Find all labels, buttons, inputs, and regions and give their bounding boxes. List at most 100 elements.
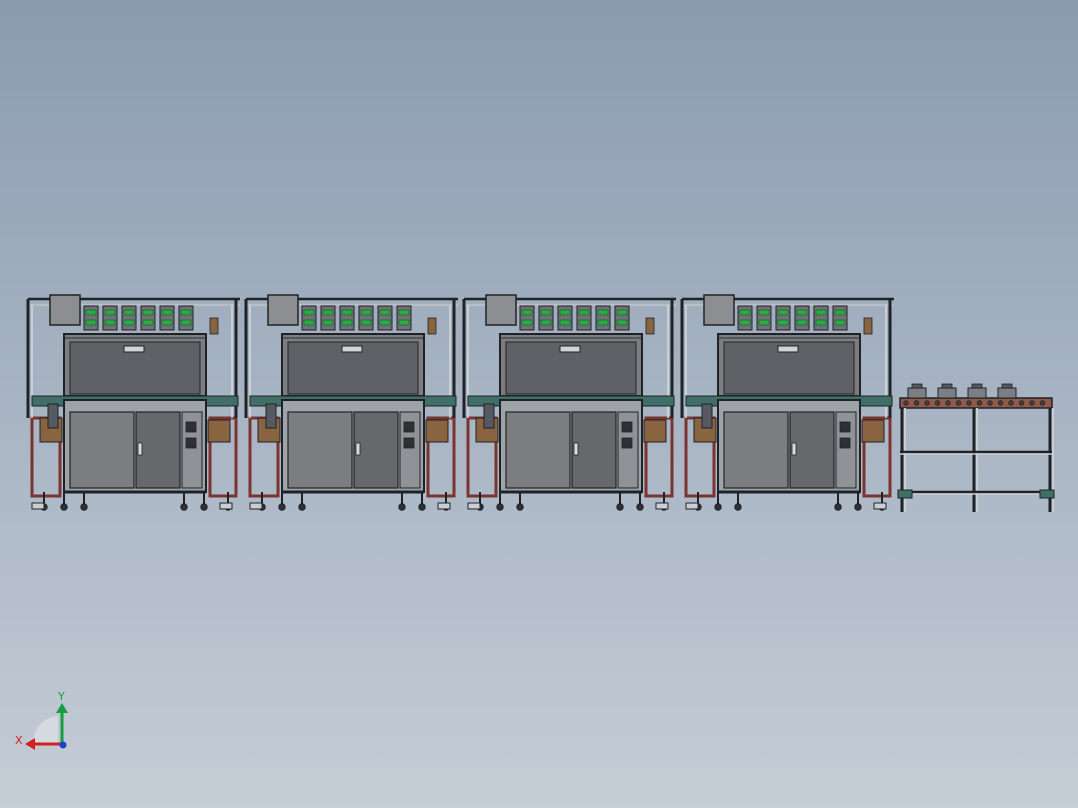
outfeed-roller-table [897, 383, 1055, 512]
sensor-green [398, 309, 410, 316]
gripper-module [102, 305, 118, 331]
table-foot-bracket [1039, 489, 1055, 499]
gripper-module [377, 305, 393, 331]
sensor-green [777, 309, 789, 316]
leveling-foot [437, 502, 451, 510]
gripper-module [178, 305, 194, 331]
sensor-green [796, 309, 808, 316]
sensor-green [521, 309, 533, 316]
cabinet-door-right [789, 411, 835, 489]
air-regulator [701, 403, 713, 429]
sensor-green [398, 319, 410, 326]
door-handle [355, 442, 361, 456]
sensor-green [578, 319, 590, 326]
gripper-module [614, 305, 630, 331]
tray-carrier [907, 387, 927, 399]
control-box [267, 294, 299, 326]
machine-station [680, 294, 894, 511]
gripper-module [775, 305, 791, 331]
gripper-module [339, 305, 355, 331]
leveling-foot [873, 502, 887, 510]
side-bracket [425, 419, 449, 443]
tray-carrier [997, 387, 1017, 399]
sensor-green [123, 319, 135, 326]
machine-stations [26, 294, 894, 511]
triad-y-label: Y [57, 690, 65, 703]
sensor-green [379, 309, 391, 316]
triad-plane [32, 716, 58, 744]
roller [976, 400, 983, 406]
air-regulator [265, 403, 277, 429]
cabinet-door-right [135, 411, 181, 489]
leveling-foot [31, 502, 45, 510]
roller [987, 400, 993, 406]
roller [913, 400, 920, 406]
roller [997, 400, 1004, 406]
leveling-foot [467, 502, 481, 510]
sensor-green [180, 319, 192, 326]
panel-button [185, 421, 197, 433]
sensor-green [815, 319, 827, 326]
triad-x-label: X [15, 734, 23, 747]
sensor-green [104, 309, 116, 316]
gripper-module [832, 305, 848, 331]
gripper-module [121, 305, 137, 331]
sensor-green [123, 309, 135, 316]
sensor-green [540, 309, 552, 316]
table-foot-bracket [897, 489, 913, 499]
sensor-green [616, 319, 628, 326]
caster-wheel [80, 503, 88, 511]
sensor-green [597, 309, 609, 316]
assembly-model[interactable]: Y X [0, 0, 1078, 808]
roller [924, 400, 930, 406]
sensor-green [578, 309, 590, 316]
machine-station [244, 294, 458, 511]
caster-wheel [834, 503, 842, 511]
sensor-green [303, 319, 315, 326]
sensor-green [161, 309, 173, 316]
roller [1008, 400, 1014, 406]
hood-handle [341, 345, 363, 353]
gripper-module [595, 305, 611, 331]
machine-station [462, 294, 676, 511]
roller [903, 400, 909, 406]
sensor-green [161, 319, 173, 326]
tray-part [911, 383, 923, 389]
sensor-green [739, 319, 751, 326]
gripper-module [557, 305, 573, 331]
cabinet-door-left [505, 411, 571, 489]
panel-button [403, 421, 415, 433]
triad-x-arrow-icon [25, 738, 35, 750]
valve-block [427, 317, 437, 335]
gripper-module [396, 305, 412, 331]
caster-wheel [298, 503, 306, 511]
side-bracket [207, 419, 231, 443]
caster-wheel [278, 503, 286, 511]
caster-wheel [616, 503, 624, 511]
caster-wheel [398, 503, 406, 511]
sensor-green [559, 309, 571, 316]
cabinet-door-left [287, 411, 353, 489]
gripper-module [320, 305, 336, 331]
coordinate-triad: Y X [15, 690, 68, 750]
roller [966, 400, 972, 406]
caster-wheel [200, 503, 208, 511]
graphics-viewport[interactable]: Y X [0, 0, 1078, 808]
sensor-green [85, 309, 97, 316]
triad-z-axis-dot [59, 741, 67, 749]
gripper-module [159, 305, 175, 331]
sensor-green [142, 309, 154, 316]
machine-station [26, 294, 240, 511]
sensor-green [322, 309, 334, 316]
hood-handle [123, 345, 145, 353]
sensor-green [758, 309, 770, 316]
sensor-green [834, 309, 846, 316]
sensor-green [559, 319, 571, 326]
triad-y-arrow-icon [56, 703, 68, 713]
sensor-green [341, 309, 353, 316]
gripper-module [538, 305, 554, 331]
cabinet-door-left [69, 411, 135, 489]
sensor-green [360, 319, 372, 326]
caster-wheel [636, 503, 644, 511]
sensor-green [597, 319, 609, 326]
